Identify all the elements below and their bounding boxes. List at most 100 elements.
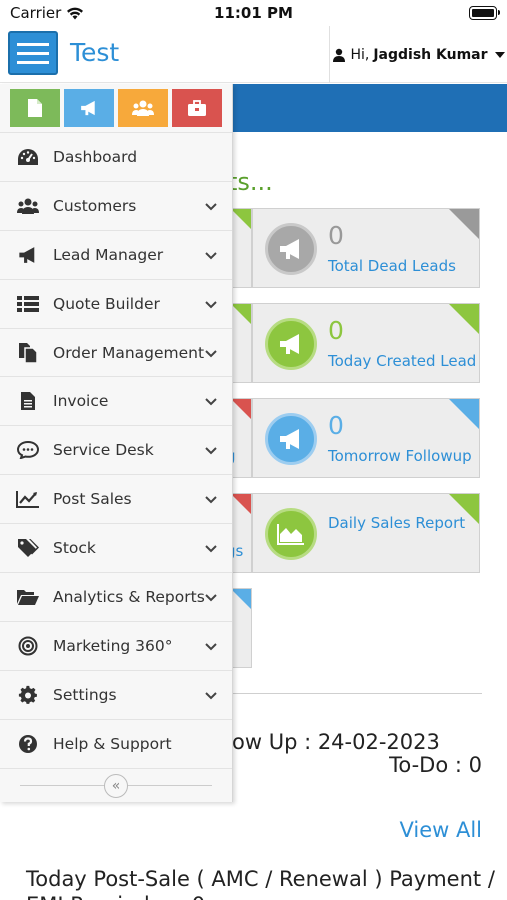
quick-action-briefcase[interactable]: [172, 89, 222, 127]
partial-card[interactable]: [231, 588, 252, 668]
megaphone-icon: [265, 318, 317, 370]
menu-label: Analytics & Reports: [53, 587, 205, 606]
list-icon: [16, 292, 40, 316]
menu-item-post-sales[interactable]: Post Sales: [0, 474, 232, 523]
menu-label: Settings: [53, 685, 117, 704]
chevron-down-icon: [205, 692, 217, 700]
menu-item-lead-manager[interactable]: Lead Manager: [0, 229, 232, 279]
menu-label: Quote Builder: [53, 294, 160, 313]
menu-item-dashboard[interactable]: Dashboard: [0, 132, 232, 181]
content-banner: [232, 84, 507, 132]
menu-label: Invoice: [53, 392, 109, 411]
chevron-down-icon: [205, 447, 217, 455]
corner-flag: [231, 304, 251, 324]
file-icon: [16, 389, 40, 413]
card-label: Total Dead Leads: [328, 257, 456, 275]
side-drawer: Dashboard Customers Lead Manager Quote B…: [0, 84, 233, 802]
chat-icon: [16, 438, 40, 462]
users-icon: [16, 194, 40, 218]
menu-label: Service Desk: [53, 441, 154, 460]
corner-flag: [231, 494, 251, 514]
view-all-link[interactable]: View All: [399, 818, 482, 842]
menu-item-stock[interactable]: Stock: [0, 523, 232, 572]
welcome-heading: ts...: [228, 168, 273, 196]
gear-icon: [16, 683, 40, 707]
menu-item-invoice[interactable]: Invoice: [0, 376, 232, 425]
collapse-drawer-button[interactable]: «: [104, 774, 128, 798]
chevron-down-icon: [205, 545, 217, 553]
chevron-down-icon: [205, 300, 217, 309]
chevron-down-icon: [205, 594, 217, 602]
folder-open-icon: [16, 585, 40, 609]
todo-count: To-Do : 0: [389, 753, 482, 777]
dashboard-icon: [16, 145, 40, 169]
corner-flag: [231, 589, 251, 609]
quick-action-group[interactable]: [118, 89, 168, 127]
user-icon: [333, 48, 346, 62]
status-bar: Carrier 11:01 PM: [0, 0, 507, 26]
greeting-text: Hi,: [350, 46, 370, 63]
menu-item-customers[interactable]: Customers: [0, 180, 232, 230]
menu-label: Dashboard: [53, 147, 138, 166]
corner-flag: [449, 399, 479, 429]
chart-icon: [16, 487, 40, 511]
hamburger-icon-bar: [17, 51, 49, 55]
menu-label: Customers: [53, 196, 137, 215]
clock: 11:01 PM: [214, 4, 293, 22]
chevron-down-icon: [205, 398, 217, 406]
tags-icon: [16, 536, 40, 560]
menu-item-order-management[interactable]: Order Management: [0, 327, 232, 377]
app-header: Test Hi, Jagdish Kumar: [0, 26, 507, 83]
daily-sales-report-card[interactable]: Daily Sales Report: [252, 493, 480, 573]
megaphone-icon: [81, 100, 95, 116]
area-chart-icon: [265, 508, 317, 560]
megaphone-icon: [265, 223, 317, 275]
drawer-menu: Dashboard Customers Lead Manager Quote B…: [0, 132, 232, 768]
target-icon: [16, 634, 40, 658]
quick-action-megaphone[interactable]: [64, 89, 114, 127]
total-dead-leads-card[interactable]: 0 Total Dead Leads: [252, 208, 480, 288]
menu-label: Help & Support: [53, 734, 172, 753]
menu-label: Order Management: [53, 343, 205, 362]
card-label: Today Created Lead: [328, 352, 477, 370]
corner-flag: [231, 399, 251, 419]
chevron-down-icon: [494, 51, 505, 58]
followup-date: ow Up : 24-02-2023: [232, 730, 440, 754]
user-name: Jagdish Kumar: [373, 46, 488, 63]
hamburger-icon-bar: [17, 42, 49, 46]
card-label: Daily Sales Report: [328, 514, 466, 532]
menu-label: Marketing 360°: [53, 636, 173, 655]
menu-item-help-support[interactable]: Help & Support: [0, 718, 232, 768]
tomorrow-followup-card[interactable]: 0 Tomorrow Followup: [252, 398, 480, 478]
corner-flag: [449, 209, 479, 239]
menu-item-analytics-reports[interactable]: Analytics & Reports: [0, 572, 232, 621]
quick-action-document[interactable]: [10, 89, 60, 127]
today-created-lead-card[interactable]: 0 Today Created Lead: [252, 303, 480, 383]
menu-item-quote-builder[interactable]: Quote Builder: [0, 278, 232, 328]
hamburger-menu-button[interactable]: [8, 31, 58, 75]
partial-card[interactable]: [231, 208, 252, 288]
card-label: Tomorrow Followup: [328, 447, 472, 465]
chevron-down-icon: [205, 349, 217, 357]
partial-card[interactable]: [231, 303, 252, 383]
double-chevron-left-icon: «: [111, 778, 121, 794]
post-sale-reminder: Today Post-Sale ( AMC / Renewal ) Paymen…: [26, 867, 495, 900]
user-menu[interactable]: Hi, Jagdish Kumar: [329, 26, 507, 83]
card-count: 0: [328, 221, 344, 250]
partial-card[interactable]: gs: [226, 493, 252, 573]
menu-label: Stock: [53, 539, 96, 558]
menu-label: Post Sales: [53, 490, 132, 509]
card-count: 0: [328, 411, 344, 440]
partial-card[interactable]: g: [226, 398, 252, 478]
menu-item-service-desk[interactable]: Service Desk: [0, 425, 232, 474]
group-icon: [132, 100, 154, 116]
chevron-down-icon: [205, 203, 217, 211]
megaphone-icon: [265, 413, 317, 465]
corner-flag: [231, 209, 251, 229]
menu-label: Lead Manager: [53, 245, 164, 264]
battery-icon: [469, 6, 500, 20]
document-icon: [28, 99, 42, 117]
menu-item-marketing-360[interactable]: Marketing 360°: [0, 620, 232, 670]
app-title: Test: [70, 38, 120, 67]
menu-item-settings[interactable]: Settings: [0, 669, 232, 719]
